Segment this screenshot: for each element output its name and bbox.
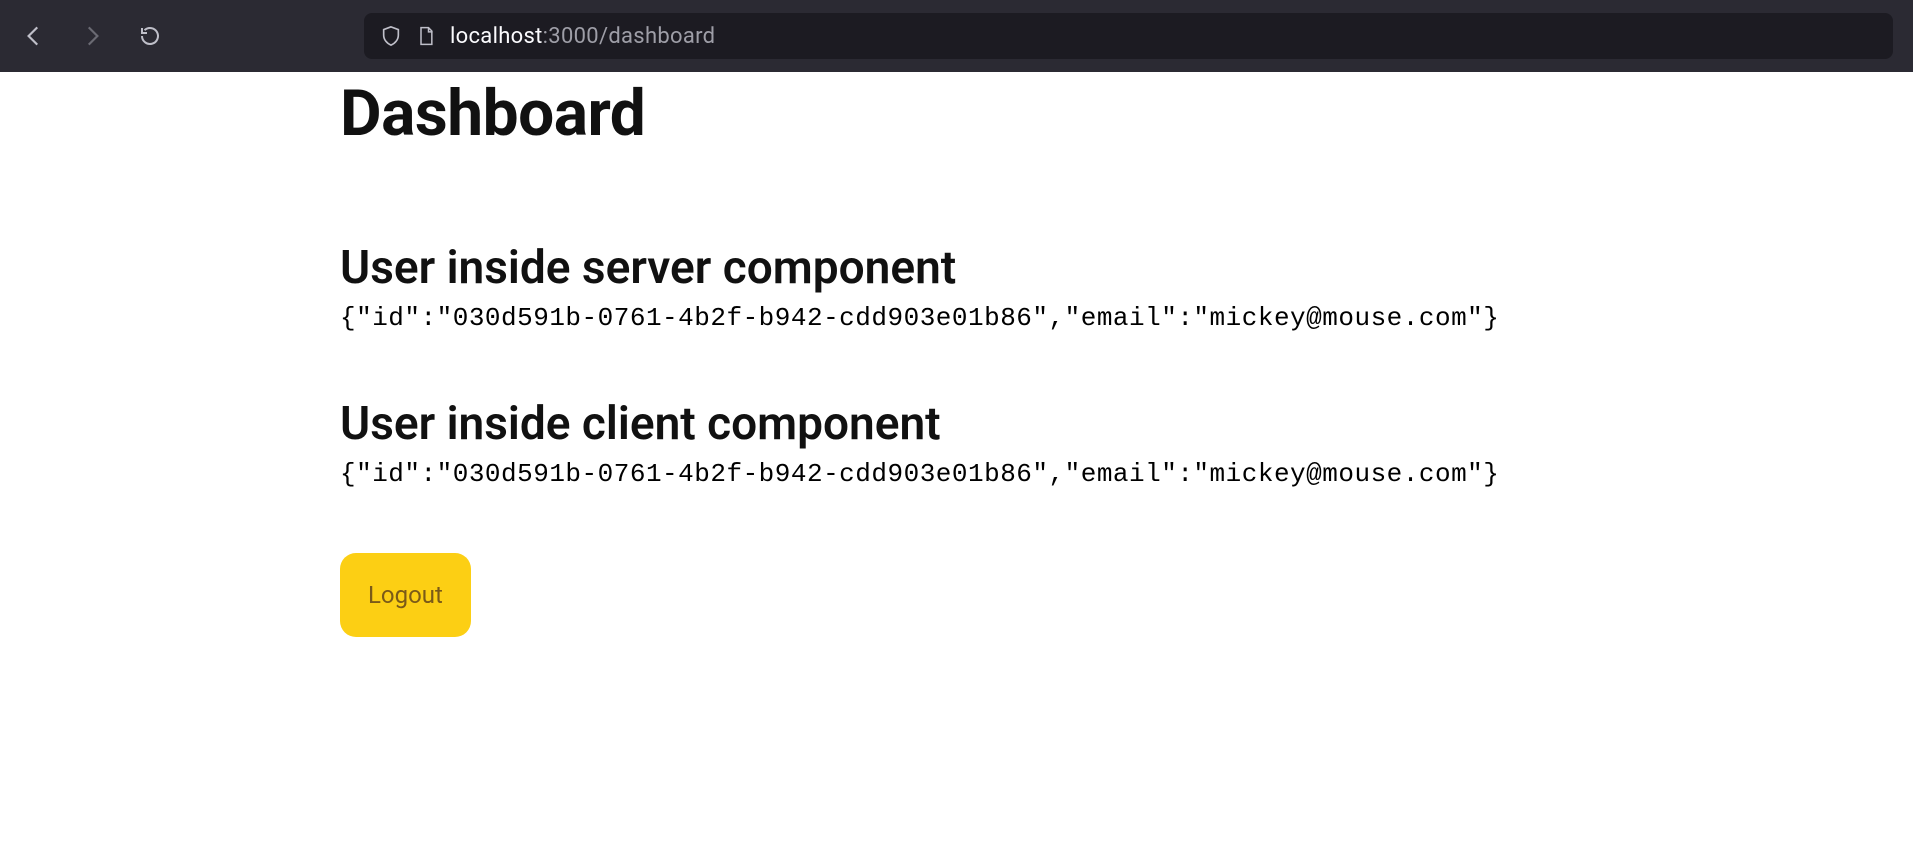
address-bar[interactable]: localhost:3000/dashboard xyxy=(364,13,1893,59)
forward-button[interactable] xyxy=(78,22,106,50)
url-path: :3000/dashboard xyxy=(543,24,716,49)
url-text: localhost:3000/dashboard xyxy=(450,24,715,49)
server-component-json: {"id":"030d591b-0761-4b2f-b942-cdd903e01… xyxy=(340,303,1573,333)
client-component-json: {"id":"030d591b-0761-4b2f-b942-cdd903e01… xyxy=(340,459,1573,489)
server-component-heading: User inside server component xyxy=(340,241,1573,295)
browser-toolbar: localhost:3000/dashboard xyxy=(0,0,1913,72)
page-title: Dashboard xyxy=(340,76,1573,151)
reload-button[interactable] xyxy=(136,22,164,50)
page-content: Dashboard User inside server component {… xyxy=(0,76,1913,637)
client-component-heading: User inside client component xyxy=(340,397,1573,451)
nav-button-group xyxy=(20,22,164,50)
page-icon xyxy=(416,25,436,47)
shield-icon xyxy=(380,25,402,47)
back-button[interactable] xyxy=(20,22,48,50)
url-host: localhost xyxy=(450,24,543,49)
logout-button[interactable]: Logout xyxy=(340,553,471,637)
